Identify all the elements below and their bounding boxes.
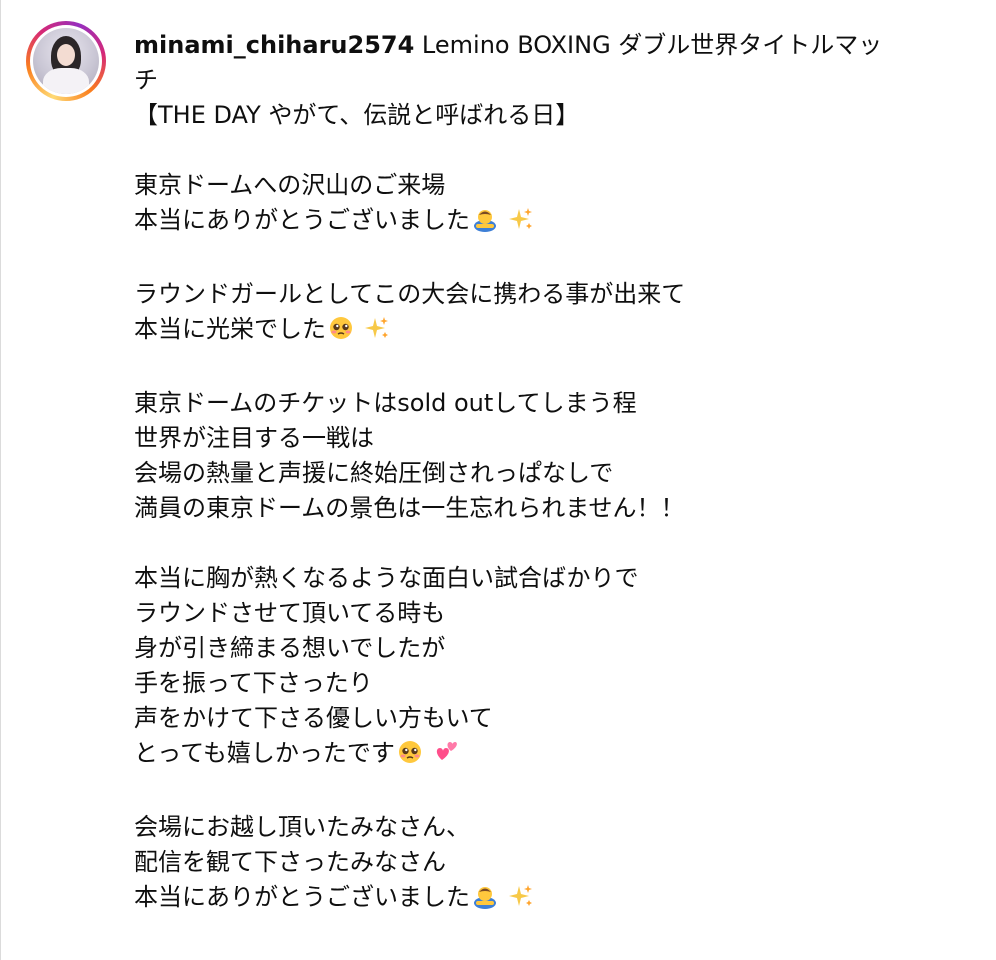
caption-line-14: 満員の東京ドームの景色は一生忘れられません！！ [134, 494, 685, 522]
sparkles-icon [508, 883, 534, 919]
avatar-photo [33, 28, 99, 94]
sparkles-icon [364, 315, 390, 351]
caption-line-8: ラウンドガールとしてこの大会に携わる事が出来て [134, 280, 686, 308]
caption-line-16: 本当に胸が熱くなるような面白い試合ばかりで [134, 564, 639, 592]
caption-line-18: 身が引き締まる想いでしたが [134, 634, 446, 662]
caption-text: Lemino BOXING ダブル世界タイトルマッ [414, 31, 883, 59]
caption-line-12: 世界が注目する一戦は [134, 424, 374, 452]
avatar-face [57, 44, 75, 66]
caption-text: 本当にありがとうございました [134, 883, 470, 911]
caption-text: とっても嬉しかったです [134, 739, 395, 767]
caption-blank [134, 133, 944, 168]
caption-line-13: 会場の熱量と声援に終始圧倒されっぱなしで [134, 459, 614, 487]
caption-blank [134, 351, 944, 386]
caption-line-21: とっても嬉しかったです [134, 736, 944, 775]
caption-blank [134, 526, 944, 561]
caption-line-5: 東京ドームへの沢山のご来場 [134, 171, 446, 199]
caption-line-11: 東京ドームのチケットはsold outしてしまう程 [134, 389, 637, 417]
caption-line-20: 声をかけて下さる優しい方もいて [134, 704, 493, 732]
caption-blank [134, 242, 944, 277]
avatar-body [43, 68, 89, 94]
caption-line-17: ラウンドさせて頂いてる時も [134, 599, 446, 627]
person-bowing-icon [472, 206, 498, 242]
post-caption: minami_chiharu2574 Lemino BOXING ダブル世界タイ… [134, 28, 944, 919]
two-hearts-icon [433, 739, 459, 775]
person-bowing-icon [472, 883, 498, 919]
username-link[interactable]: minami_chiharu2574 [134, 31, 414, 59]
caption-line-24: 配信を観て下さったみなさん [134, 848, 446, 876]
caption-line-23: 会場にお越し頂いたみなさん、 [134, 813, 470, 841]
caption-line-6: 本当にありがとうございました [134, 203, 944, 242]
pleading-face-icon [397, 739, 423, 775]
pleading-face-icon [328, 315, 354, 351]
caption-line-25: 本当にありがとうございました [134, 880, 944, 919]
caption-line-2: チ [134, 66, 158, 94]
avatar[interactable] [26, 21, 106, 101]
caption-line-19: 手を振って下さったり [134, 669, 373, 697]
caption-line-3: 【THE DAY やがて、伝説と呼ばれる日】 [134, 101, 580, 129]
caption-line-1: minami_chiharu2574 Lemino BOXING ダブル世界タイ… [134, 28, 944, 63]
panel-border [0, 0, 1, 960]
caption-line-9: 本当に光栄でした [134, 312, 944, 351]
caption-text: 本当に光栄でした [134, 315, 326, 343]
sparkles-icon [508, 206, 534, 242]
caption-text: 本当にありがとうございました [134, 206, 470, 234]
caption-blank [134, 775, 944, 810]
